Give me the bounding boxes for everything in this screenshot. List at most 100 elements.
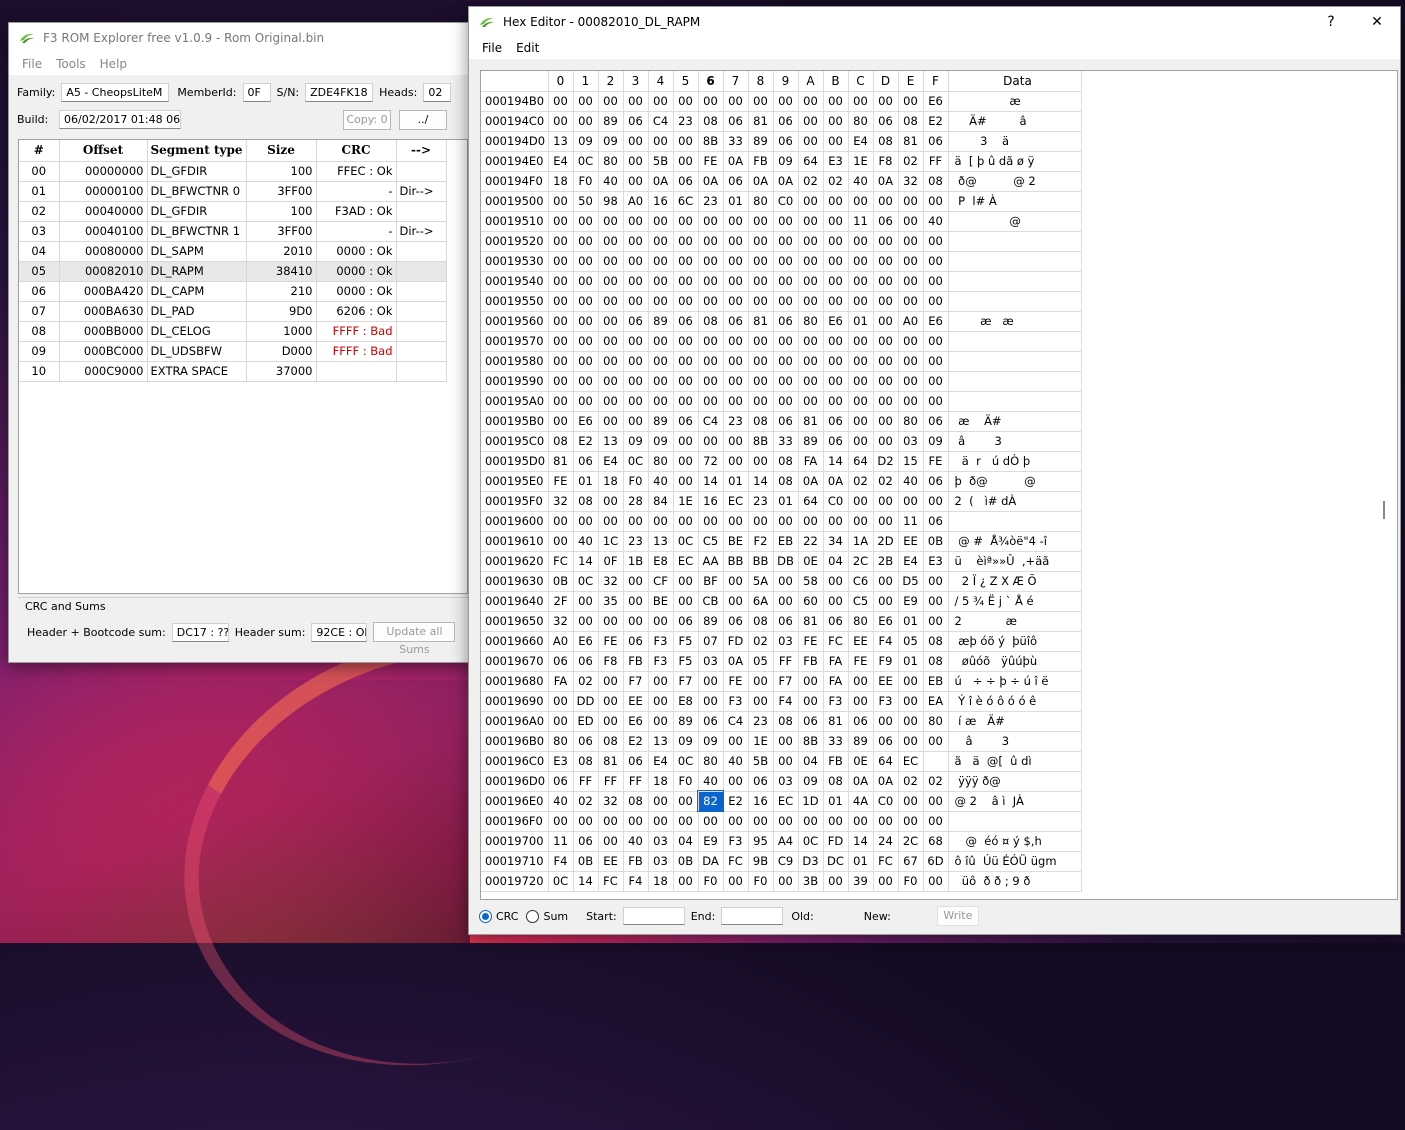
hex-byte-cell[interactable]: E2 — [923, 111, 949, 132]
hex-byte-cell[interactable]: 00 — [923, 391, 949, 412]
hex-byte-cell[interactable]: 3B — [798, 871, 824, 892]
memberid-field[interactable]: 0F — [242, 83, 271, 102]
hex-byte-cell[interactable]: 13 — [548, 131, 574, 152]
hex-byte-cell[interactable]: 1D — [798, 791, 824, 812]
hex-byte-cell[interactable]: 89 — [848, 731, 874, 752]
hex-byte-cell[interactable]: 08 — [898, 111, 924, 132]
hex-byte-cell[interactable]: 00 — [548, 211, 574, 232]
sum-radio[interactable] — [526, 909, 540, 923]
hex-byte-cell[interactable]: 00 — [573, 611, 599, 632]
write-button[interactable]: Write — [936, 906, 979, 926]
update-all-sums-button[interactable]: Update all Sums — [373, 622, 456, 656]
col-offset[interactable]: Offset — [59, 140, 148, 162]
hex-byte-cell[interactable]: 0F — [598, 551, 624, 572]
hex-byte-cell[interactable]: 08 — [598, 731, 624, 752]
hex-byte-cell[interactable]: 89 — [648, 311, 674, 332]
hex-byte-cell[interactable]: 80 — [848, 111, 874, 132]
hex-byte-cell[interactable]: 00 — [723, 271, 749, 292]
hex-byte-cell[interactable]: 00 — [673, 251, 699, 272]
hex-byte-cell[interactable]: 9B — [748, 851, 774, 872]
col-dir[interactable]: --> — [396, 140, 447, 162]
hex-byte-cell[interactable]: 40 — [648, 471, 674, 492]
hex-byte-cell[interactable]: 00 — [673, 431, 699, 452]
hex-byte-cell[interactable]: 32 — [598, 571, 624, 592]
hex-byte-cell[interactable]: E9 — [898, 591, 924, 612]
hex-byte-cell[interactable]: 00 — [848, 391, 874, 412]
hex-byte-cell[interactable]: 00 — [873, 571, 899, 592]
hex-byte-cell[interactable]: 00 — [898, 271, 924, 292]
hex-byte-cell[interactable]: 0A — [723, 651, 749, 672]
hex-byte-cell[interactable]: 00 — [848, 431, 874, 452]
hex-byte-cell[interactable]: 00 — [623, 151, 649, 172]
hex-byte-cell[interactable]: D2 — [873, 451, 899, 472]
hex-byte-cell[interactable]: 00 — [748, 231, 774, 252]
up-dir-button[interactable]: ../ — [399, 110, 447, 130]
hex-byte-cell[interactable]: EC — [723, 491, 749, 512]
hex-byte-cell[interactable]: 08 — [773, 471, 799, 492]
hex-byte-cell[interactable]: 00 — [748, 351, 774, 372]
segment-row[interactable]: 07 000BA630 DL_PAD 9D0 6206 : Ok — [19, 301, 447, 322]
hex-byte-cell[interactable]: E4 — [898, 551, 924, 572]
hex-byte-cell[interactable]: 80 — [923, 711, 949, 732]
segment-row[interactable]: 03 00040100 DL_BFWCTNR 1 3FF00- Dir--> — [19, 221, 447, 242]
hex-byte-cell[interactable]: 81 — [798, 411, 824, 432]
hex-byte-cell[interactable]: 00 — [673, 231, 699, 252]
hex-byte-cell[interactable]: 00 — [873, 91, 899, 112]
hex-byte-cell[interactable]: 00 — [723, 431, 749, 452]
hex-byte-cell[interactable]: 00 — [773, 811, 799, 832]
hex-byte-cell[interactable]: 00 — [623, 251, 649, 272]
hex-byte-cell[interactable]: E4 — [848, 131, 874, 152]
hex-byte-cell[interactable]: 33 — [823, 731, 849, 752]
hex-byte-cell[interactable]: 06 — [573, 451, 599, 472]
hex-byte-cell[interactable]: EE — [598, 851, 624, 872]
hex-byte-cell[interactable]: 00 — [698, 671, 724, 692]
hex-byte-cell[interactable]: 00 — [573, 211, 599, 232]
hex-byte-cell[interactable]: C0 — [873, 791, 899, 812]
hex-byte-cell[interactable]: DC — [823, 851, 849, 872]
hex-byte-cell[interactable]: 00 — [848, 671, 874, 692]
hex-byte-cell[interactable]: 68 — [923, 831, 949, 852]
hex-byte-cell[interactable]: F0 — [673, 771, 699, 792]
hex-byte-cell[interactable]: FA — [548, 671, 574, 692]
hex-byte-cell[interactable]: 00 — [898, 711, 924, 732]
hex-byte-cell[interactable]: 00 — [648, 611, 674, 632]
hex-byte-cell[interactable]: FE — [598, 631, 624, 652]
hex-ascii-cell[interactable]: Ý î è ó ô ó ó ê — [948, 691, 1082, 712]
hex-byte-cell[interactable]: 34 — [823, 531, 849, 552]
hex-byte-cell[interactable]: 00 — [698, 391, 724, 412]
hex-byte-cell[interactable]: 00 — [898, 291, 924, 312]
hex-byte-cell[interactable]: 00 — [598, 411, 624, 432]
hex-byte-cell[interactable]: FC — [823, 631, 849, 652]
hex-ascii-cell[interactable] — [948, 371, 1082, 392]
hex-byte-cell[interactable]: E9 — [698, 831, 724, 852]
hex-byte-cell[interactable]: 0A — [773, 171, 799, 192]
hex-byte-cell[interactable]: 00 — [798, 231, 824, 252]
hex-byte-cell[interactable]: F4 — [773, 691, 799, 712]
hex-byte-cell[interactable]: EC — [773, 791, 799, 812]
hex-byte-cell[interactable]: 00 — [648, 711, 674, 732]
hex-byte-cell[interactable]: 00 — [598, 811, 624, 832]
hex-byte-cell[interactable]: 00 — [748, 211, 774, 232]
hex-byte-cell[interactable]: F3 — [723, 831, 749, 852]
hex-byte-cell[interactable]: 06 — [773, 111, 799, 132]
hex-byte-cell[interactable]: 32 — [548, 611, 574, 632]
hex-byte-cell[interactable]: 06 — [573, 731, 599, 752]
hex-byte-cell[interactable]: 00 — [648, 691, 674, 712]
hex-byte-cell[interactable]: 0C — [673, 751, 699, 772]
hex-byte-cell[interactable]: 00 — [923, 811, 949, 832]
hex-byte-cell[interactable]: C4 — [648, 111, 674, 132]
hex-byte-cell[interactable]: 00 — [648, 291, 674, 312]
hex-byte-cell[interactable]: 40 — [598, 171, 624, 192]
hex-byte-cell[interactable]: 23 — [623, 531, 649, 552]
hex-byte-cell[interactable]: 00 — [923, 251, 949, 272]
hex-byte-cell[interactable]: 80 — [748, 191, 774, 212]
hex-byte-cell[interactable]: F3 — [873, 691, 899, 712]
hex-byte-cell[interactable]: 00 — [873, 251, 899, 272]
hex-byte-cell[interactable]: 32 — [898, 171, 924, 192]
hex-byte-cell[interactable]: 64 — [873, 751, 899, 772]
hex-byte-cell[interactable]: 00 — [898, 211, 924, 232]
hex-ascii-cell[interactable]: ü èìª»»Û ,+äã — [948, 551, 1082, 572]
hex-byte-cell[interactable]: 23 — [748, 491, 774, 512]
hex-byte-cell[interactable]: 23 — [748, 711, 774, 732]
hex-byte-cell[interactable]: 00 — [823, 351, 849, 372]
